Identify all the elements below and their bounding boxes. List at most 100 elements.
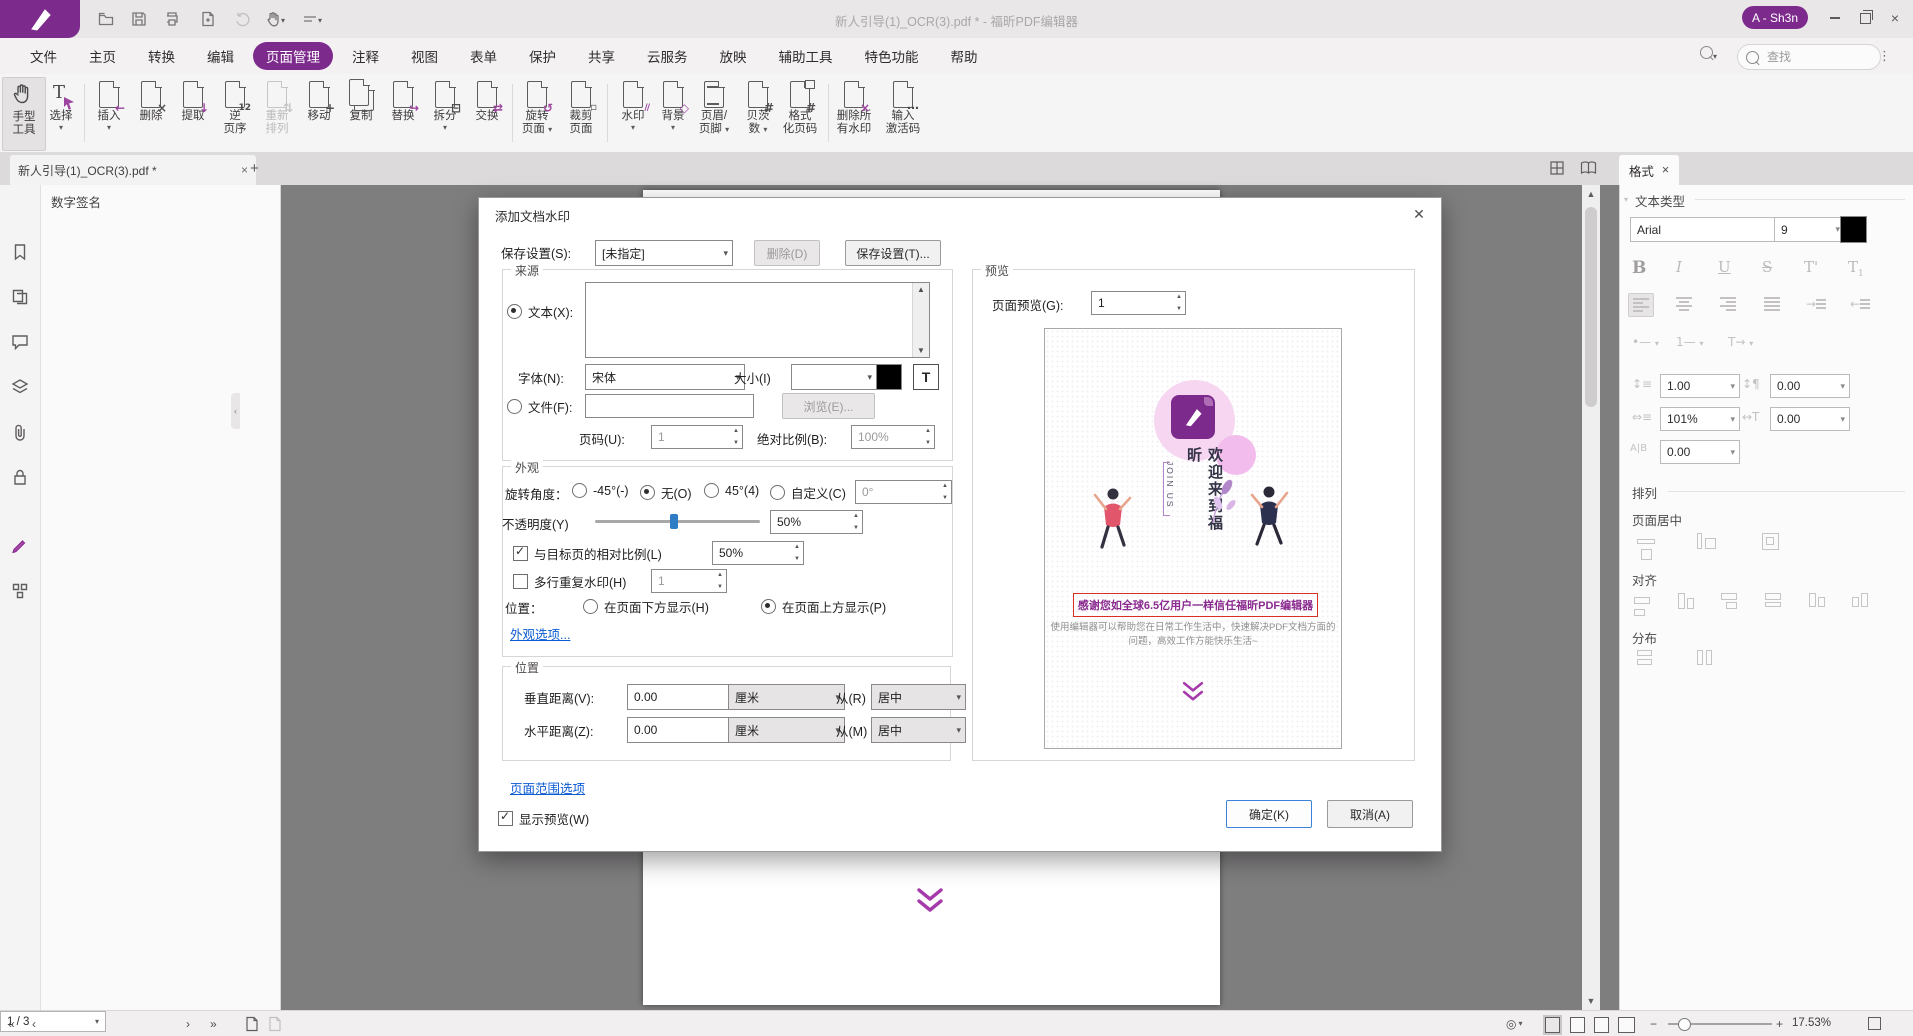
menu-item-form[interactable]: 表单 <box>457 42 510 70</box>
align-objects-right-icon[interactable] <box>1721 593 1737 609</box>
search-input[interactable] <box>1765 49 1849 65</box>
toolbar-button-insert-page[interactable]: ← 插入 ▾ <box>88 77 130 149</box>
page-thumbnails-icon[interactable] <box>11 288 29 306</box>
new-tab-icon[interactable]: + <box>250 160 259 177</box>
opacity-slider[interactable] <box>595 520 760 523</box>
align-objects-center-icon[interactable] <box>1678 593 1694 612</box>
rotation-neg45-radio-row[interactable]: -45°(-) <box>572 483 629 498</box>
toolbar-button-delete-page[interactable]: × 删除 <box>130 77 172 149</box>
indent-increase-icon[interactable]: → <box>1804 293 1828 315</box>
ok-button[interactable]: 确定(K) <box>1226 800 1312 828</box>
scrollbar-thumb[interactable] <box>1585 207 1597 407</box>
align-objects-left-icon[interactable] <box>1634 593 1650 616</box>
user-badge[interactable]: A - Sh3n <box>1742 6 1808 29</box>
panel-color-swatch[interactable] <box>1840 216 1867 243</box>
center-horizontal-icon[interactable] <box>1637 533 1655 560</box>
last-page-icon[interactable]: » <box>210 1016 217 1032</box>
distribute-horizontal-icon[interactable] <box>1697 650 1712 668</box>
numbered-list-icon[interactable]: 1— ▾ <box>1676 335 1703 349</box>
align-objects-top-icon[interactable] <box>1765 593 1781 607</box>
text-style-button[interactable]: T <box>913 364 939 390</box>
security-icon[interactable] <box>11 468 29 486</box>
scroll-up-icon[interactable]: ▲ <box>913 285 929 294</box>
relative-scale-checkbox[interactable] <box>513 546 528 561</box>
menu-item-view[interactable]: 视图 <box>398 42 451 70</box>
more-options-icon[interactable]: ⋮ <box>1878 48 1891 64</box>
dialog-close-icon[interactable]: ✕ <box>1409 204 1429 224</box>
menu-item-file[interactable]: 文件 <box>17 42 70 70</box>
rotation-45-radio[interactable] <box>704 483 719 498</box>
align-objects-bottom-icon[interactable] <box>1852 593 1868 607</box>
toolbar-button-replace-page[interactable]: ↪ 替换 <box>382 77 424 149</box>
word-spacing-combobox[interactable]: 0.00 <box>1660 440 1740 464</box>
above-page-radio[interactable] <box>761 599 776 614</box>
toolbar-button-remove-watermark[interactable]: × 删除所 有水印 <box>833 77 875 149</box>
layers-icon[interactable] <box>11 378 29 396</box>
indent-decrease-icon[interactable]: ← <box>1848 293 1872 315</box>
fit-page-icon[interactable] <box>1868 1017 1881 1030</box>
continuous-layout-icon[interactable] <box>1570 1017 1585 1033</box>
rotation-custom-radio-row[interactable]: 自定义(C) <box>770 483 846 502</box>
file-path-input[interactable] <box>585 394 754 418</box>
watermark-text-area[interactable]: ▲▼ <box>585 282 930 358</box>
multiline-spinner[interactable]: 1 <box>651 569 727 593</box>
vertical-anchor-combobox[interactable]: 居中 <box>871 684 966 710</box>
scroll-down-icon[interactable]: ▼ <box>1585 996 1597 1006</box>
menu-item-convert[interactable]: 转换 <box>135 42 188 70</box>
single-page-layout-icon[interactable] <box>1545 1017 1560 1033</box>
menu-item-home[interactable]: 主页 <box>76 42 129 70</box>
restore-button[interactable] <box>1852 8 1878 28</box>
distribute-vertical-icon[interactable] <box>1637 650 1652 665</box>
toolbar-button-select[interactable]: T 选择 ▾ <box>40 77 82 149</box>
save-settings-button[interactable]: 保存设置(T)... <box>845 240 941 266</box>
menu-item-present[interactable]: 放映 <box>707 42 760 70</box>
minimize-button[interactable] <box>1822 8 1848 28</box>
next-page-icon[interactable]: › <box>186 1016 190 1032</box>
scroll-down-icon[interactable]: ▼ <box>913 346 929 355</box>
toolbar-button-swap[interactable]: ⇄ 交换 <box>466 77 508 149</box>
bold-icon[interactable]: B <box>1632 258 1646 278</box>
page-range-options-link[interactable]: 页面范围选项 <box>510 778 585 797</box>
file-radio-row[interactable]: 文件(F): <box>507 397 572 416</box>
appearance-options-link[interactable]: 外观选项... <box>510 624 570 643</box>
page-preview-spinner[interactable]: 1 <box>1091 291 1186 315</box>
strikethrough-icon[interactable]: S <box>1762 258 1772 276</box>
show-preview-checkbox[interactable] <box>498 811 513 826</box>
panel-font-combobox[interactable]: Arial <box>1630 217 1786 242</box>
zoom-in-icon[interactable]: + <box>1776 1016 1783 1032</box>
toolbar-button-rotate-page[interactable]: ↺ 旋转 页面 ▾ <box>516 77 558 149</box>
toolbar-button-bates-number[interactable]: # 贝茨 数 ▾ <box>737 77 779 149</box>
menu-item-protect[interactable]: 保护 <box>516 42 569 70</box>
toolbar-button-background[interactable]: ◇ 背景 ▾ <box>652 77 694 149</box>
menu-item-features[interactable]: 特色功能 <box>852 42 932 70</box>
paragraph-spacing-combobox[interactable]: 0.00 <box>1770 374 1850 398</box>
rotation-45-radio-row[interactable]: 45°(4) <box>704 483 759 498</box>
close-window-button[interactable]: × <box>1882 8 1908 28</box>
document-tab[interactable]: 新人引导(1)_OCR(3).pdf * × <box>10 155 256 185</box>
browse-button[interactable]: 浏览(E)... <box>782 393 875 419</box>
digital-signature-icon[interactable] <box>11 535 29 553</box>
superscript-icon[interactable]: T' <box>1804 258 1818 276</box>
horizontal-scale-combobox[interactable]: 101% <box>1660 407 1740 431</box>
read-mode-icon[interactable] <box>1580 160 1597 181</box>
bookmarks-icon[interactable] <box>11 243 29 261</box>
text-color-swatch[interactable] <box>876 364 902 390</box>
center-both-icon[interactable] <box>1762 533 1779 553</box>
toolbar-button-crop-page[interactable]: ▫ 裁剪 页面 <box>560 77 602 149</box>
line-spacing-combobox[interactable]: 1.00 <box>1660 374 1740 398</box>
show-preview-check-row[interactable]: 显示预览(W) <box>498 809 589 828</box>
facing-continuous-layout-icon[interactable] <box>1618 1017 1635 1033</box>
align-right-icon[interactable] <box>1716 293 1740 315</box>
close-tab-icon[interactable]: × <box>241 163 248 177</box>
comments-icon[interactable] <box>11 333 29 351</box>
vertical-scrollbar[interactable]: ▲ ▼ <box>1582 185 1600 1010</box>
file-radio[interactable] <box>507 399 522 414</box>
toolbar-button-reverse-order[interactable]: 12 逆 页序 <box>214 77 256 149</box>
attachments-icon[interactable] <box>11 423 29 441</box>
rotation-custom-radio[interactable] <box>770 485 785 500</box>
first-page-icon[interactable]: « <box>8 1016 15 1032</box>
preset-combobox[interactable]: [未指定] <box>595 240 733 266</box>
view-mode-icon[interactable]: ◎▾ <box>1506 1016 1523 1032</box>
menu-item-share[interactable]: 共享 <box>575 42 628 70</box>
center-vertical-icon[interactable] <box>1697 533 1716 552</box>
